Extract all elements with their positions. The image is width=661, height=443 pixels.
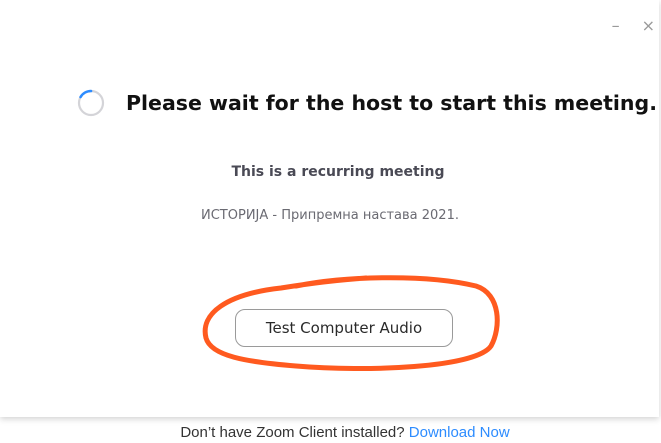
test-computer-audio-button[interactable]: Test Computer Audio (235, 309, 453, 347)
minimize-button[interactable]: – (612, 18, 620, 34)
wait-title: Please wait for the host to start this m… (126, 91, 657, 115)
footer-prompt: Don’t have Zoom Client installed? (180, 424, 405, 441)
footer: Don’t have Zoom Client installed? Downlo… (0, 424, 661, 441)
meeting-wait-dialog: – × Please wait for the host to start th… (0, 0, 659, 417)
page: – × Please wait for the host to start th… (0, 0, 661, 443)
recurring-meeting-label: This is a recurring meeting (231, 164, 445, 180)
window-controls: – × (612, 18, 655, 34)
meeting-name: ИСТОРИЈА - Припремна настава 2021. (201, 208, 459, 223)
wait-status-row: Please wait for the host to start this m… (77, 89, 657, 117)
download-now-link[interactable]: Download Now (409, 424, 510, 441)
close-button[interactable]: × (642, 18, 655, 34)
loading-spinner-icon (77, 89, 105, 117)
